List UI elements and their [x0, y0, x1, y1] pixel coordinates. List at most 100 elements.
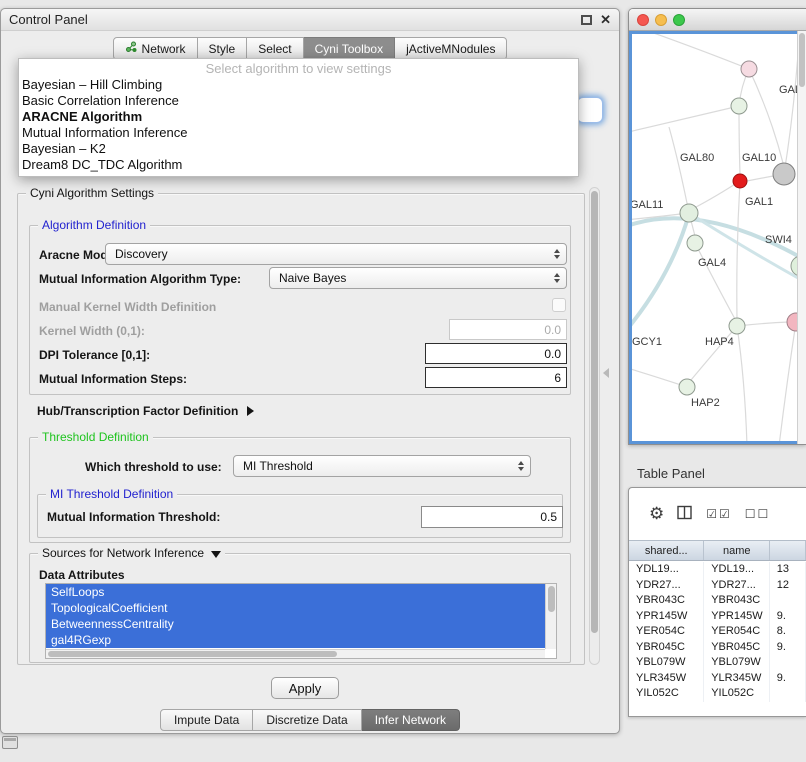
attributes-hscroll-thumb[interactable]: [48, 651, 337, 657]
mi-threshold-field[interactable]: [421, 506, 563, 528]
select-all-rows-icon[interactable]: ☑☑: [706, 505, 732, 523]
network-scrollbar[interactable]: [797, 31, 806, 444]
help-button[interactable]: [577, 97, 603, 123]
algorithm-option-bayesian-hill-climbing[interactable]: Bayesian – Hill Climbing: [19, 77, 578, 93]
table-cell: YPR145W: [704, 609, 769, 625]
sources-group-title[interactable]: Sources for Network Inference: [38, 546, 225, 560]
network-edge[interactable]: [737, 181, 740, 319]
dpi-tolerance-label: DPI Tolerance [0,1]:: [39, 347, 150, 363]
data-attributes-list[interactable]: SelfLoopsTopologicalCoefficientBetweenne…: [45, 583, 557, 659]
attributes-vscrollbar[interactable]: [545, 584, 556, 649]
network-node-gal4[interactable]: [687, 235, 703, 251]
attribute-list-item[interactable]: BetweennessCentrality: [46, 616, 545, 632]
settings-scrollbar[interactable]: [589, 187, 600, 665]
attribute-list-item[interactable]: gal4RGexp: [46, 632, 545, 648]
network-edge[interactable]: [691, 326, 737, 380]
algorithm-option-bayesian-k2[interactable]: Bayesian – K2: [19, 141, 578, 157]
table-row[interactable]: YLR345WYLR345W9.: [629, 671, 806, 687]
table-row[interactable]: YIL052CYIL052C: [629, 686, 806, 702]
network-edge[interactable]: [634, 31, 749, 69]
network-edge[interactable]: [737, 326, 747, 445]
minimize-window-button[interactable]: [655, 14, 667, 26]
mi-steps-field[interactable]: [425, 367, 567, 388]
table-cell: 9.: [770, 671, 806, 687]
network-edge[interactable]: [696, 181, 740, 207]
table-cell: YDR27...: [629, 578, 704, 594]
network-edge[interactable]: [669, 127, 689, 213]
apply-button[interactable]: Apply: [271, 677, 339, 699]
close-panel-icon[interactable]: ✕: [600, 13, 611, 26]
close-window-button[interactable]: [637, 14, 649, 26]
data-attributes-label: Data Attributes: [39, 567, 125, 583]
network-scroll-thumb[interactable]: [799, 33, 805, 87]
table-row[interactable]: YER054CYER054C8.: [629, 624, 806, 640]
settings-scroll-thumb[interactable]: [591, 191, 598, 633]
network-edge[interactable]: [629, 106, 739, 133]
table-row[interactable]: YBL079WYBL079W: [629, 655, 806, 671]
deselect-all-rows-icon[interactable]: ☐☐: [745, 505, 771, 523]
column-header[interactable]: [770, 541, 806, 560]
tab-select[interactable]: Select: [247, 37, 303, 60]
table-row[interactable]: YBR045CYBR045C9.: [629, 640, 806, 656]
network-edge[interactable]: [629, 367, 687, 387]
algorithm-option-basic-correlation-inference[interactable]: Basic Correlation Inference: [19, 93, 578, 109]
algorithm-option-aracne-algorithm[interactable]: ARACNE Algorithm: [19, 109, 578, 125]
aracne-mode-select[interactable]: Discovery: [105, 243, 567, 265]
attribute-list-item[interactable]: TopologicalCoefficient: [46, 600, 545, 616]
bottom-tab-impute-data[interactable]: Impute Data: [160, 709, 253, 731]
table-settings-gear-icon[interactable]: ⚙: [649, 505, 664, 523]
network-node-gal-top[interactable]: [741, 61, 757, 77]
control-panel-titlebar[interactable]: Control Panel ✕: [1, 9, 619, 31]
column-header[interactable]: shared...: [629, 541, 704, 560]
network-edge[interactable]: [739, 106, 740, 174]
table-cell: 13: [770, 562, 806, 578]
network-node-gal1[interactable]: [733, 174, 747, 188]
algorithm-option-dream8-dc-tdc-algorithm[interactable]: Dream8 DC_TDC Algorithm: [19, 157, 578, 173]
algorithm-option-mutual-information-inference[interactable]: Mutual Information Inference: [19, 125, 578, 141]
dpi-tolerance-field[interactable]: [425, 343, 567, 364]
mi-algorithm-type-select[interactable]: Naive Bayes: [269, 267, 567, 289]
network-graph[interactable]: GALGAL80GAL10GAL11GAL1SWI4GAL4GCY1HAP4YH…: [629, 31, 806, 445]
tab-style[interactable]: Style: [198, 37, 248, 60]
kernel-width-field[interactable]: [449, 319, 567, 340]
float-window-icon[interactable]: [581, 15, 592, 25]
network-node-label: GCY1: [632, 336, 662, 348]
network-node-gal11[interactable]: [680, 204, 698, 222]
tab-cyni-toolbox[interactable]: Cyni Toolbox: [304, 37, 395, 60]
bottom-tabbar: Impute DataDiscretize DataInfer Network: [1, 709, 619, 731]
tab-jactivemnodules[interactable]: jActiveMNodules: [395, 37, 507, 60]
table-row[interactable]: YBR043CYBR043C: [629, 593, 806, 609]
combo-arrows-icon: [554, 249, 560, 259]
table-row[interactable]: YPR145WYPR145W9.: [629, 609, 806, 625]
attributes-vscroll-thumb[interactable]: [548, 586, 555, 612]
network-node-hap4[interactable]: [729, 318, 745, 334]
table-cell: YBL079W: [629, 655, 704, 671]
table-row[interactable]: YDL19...YDL19...13: [629, 562, 806, 578]
network-edge[interactable]: [695, 243, 735, 319]
attributes-hscrollbar[interactable]: [46, 649, 545, 658]
network-node-green-top[interactable]: [731, 98, 747, 114]
tab-network[interactable]: Network: [113, 37, 198, 60]
table-toolbar: ⚙ ☑☑ ☐☐: [629, 488, 806, 540]
panel-splitter-arrow-icon[interactable]: [603, 368, 609, 378]
hub-definition-expander[interactable]: Hub/Transcription Factor Definition: [37, 403, 254, 419]
network-edge[interactable]: [689, 213, 806, 283]
manual-kernel-width-checkbox[interactable]: [552, 298, 566, 312]
column-visibility-icon[interactable]: [677, 505, 693, 524]
attribute-list-item[interactable]: SelfLoops: [46, 584, 545, 600]
network-node-label: HAP4: [705, 336, 734, 348]
column-header[interactable]: name: [704, 541, 770, 560]
network-edge[interactable]: [749, 69, 783, 163]
bottom-tab-infer-network[interactable]: Infer Network: [362, 709, 460, 731]
network-edge[interactable]: [629, 214, 689, 333]
network-node-hap2[interactable]: [679, 379, 695, 395]
bottom-tab-discretize-data[interactable]: Discretize Data: [253, 709, 361, 731]
table-row[interactable]: YDR27...YDR27...12: [629, 578, 806, 594]
network-node-gal10[interactable]: [773, 163, 795, 185]
minimized-panel-icon[interactable]: [2, 736, 18, 749]
zoom-window-button[interactable]: [673, 14, 685, 26]
which-threshold-select[interactable]: MI Threshold: [233, 455, 531, 477]
network-window-titlebar[interactable]: [629, 9, 806, 31]
network-canvas[interactable]: GALGAL80GAL10GAL11GAL1SWI4GAL4GCY1HAP4YH…: [629, 31, 806, 444]
network-edge[interactable]: [779, 322, 796, 445]
